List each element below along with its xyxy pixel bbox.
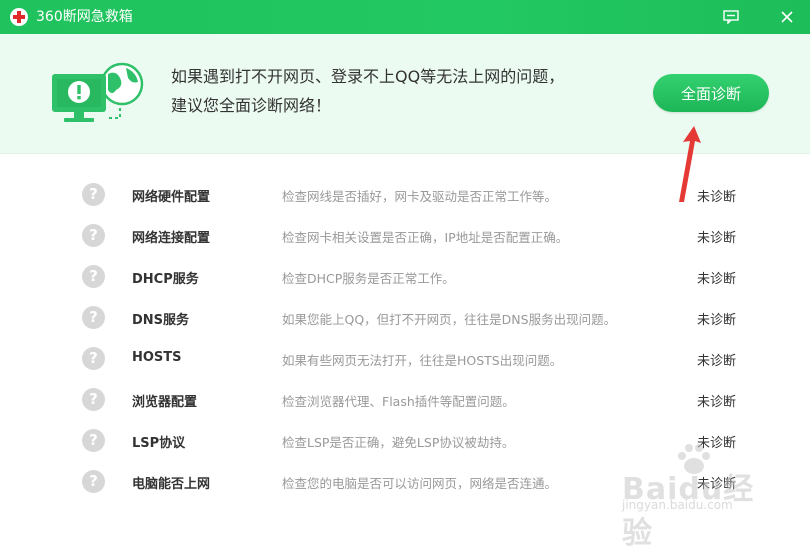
check-item-hardware: ? 网络硬件配置 检查网线是否插好，网卡及驱动是否正常工作等。 未诊断	[0, 174, 810, 215]
watermark-subtext: jingyan.baidu.com	[622, 498, 733, 512]
question-mark-icon: ?	[82, 265, 105, 288]
check-item-dns: ? DNS服务 如果您能上QQ，但打不开网页，往往是DNS服务出现问题。 未诊断	[0, 297, 810, 338]
item-description: 检查您的电脑是否可以访问网页，网络是否连通。	[282, 476, 558, 491]
item-name: HOSTS	[132, 350, 182, 365]
item-status: 未诊断	[697, 231, 737, 246]
question-mark-icon: ?	[82, 306, 105, 329]
question-mark-icon: ?	[82, 470, 105, 493]
item-name: 浏览器配置	[132, 395, 198, 410]
window-title: 360断网急救箱	[36, 9, 133, 25]
feedback-button[interactable]	[718, 4, 744, 30]
banner-line-2: 建议您全面诊断网络！	[171, 96, 332, 115]
item-name: DHCP服务	[132, 272, 199, 287]
question-mark-icon: ?	[82, 388, 105, 411]
item-name: 电脑能否上网	[132, 477, 211, 492]
item-status: 未诊断	[697, 190, 737, 205]
baidu-watermark: Baidu经验 jingyan.baidu.com	[618, 440, 768, 551]
question-mark-icon: ?	[82, 183, 105, 206]
feedback-icon	[723, 10, 739, 24]
item-status: 未诊断	[697, 354, 737, 369]
item-description: 检查网卡相关设置是否正确，IP地址是否配置正确。	[282, 230, 569, 245]
check-item-dhcp: ? DHCP服务 检查DHCP服务是否正常工作。 未诊断	[0, 256, 810, 297]
check-item-browser: ? 浏览器配置 检查浏览器代理、Flash插件等配置问题。 未诊断	[0, 379, 810, 420]
item-name: DNS服务	[132, 313, 190, 328]
question-mark-icon: ?	[82, 347, 105, 370]
item-name: 网络硬件配置	[132, 190, 211, 205]
item-description: 检查DHCP服务是否正常工作。	[282, 271, 455, 286]
first-aid-cross-icon	[10, 8, 28, 26]
close-icon	[781, 11, 793, 23]
item-description: 检查LSP是否正确，避免LSP协议被劫持。	[282, 435, 515, 450]
check-item-hosts: ? HOSTS 如果有些网页无法打开，往往是HOSTS出现问题。 未诊断	[0, 338, 810, 379]
banner-message: 如果遇到打不开网页、登录不上QQ等无法上网的问题， 建议您全面诊断网络！	[171, 62, 564, 120]
full-diagnose-button[interactable]: 全面诊断	[653, 74, 769, 112]
item-name: 网络连接配置	[132, 231, 211, 246]
banner-line-1: 如果遇到打不开网页、登录不上QQ等无法上网的问题，	[171, 67, 565, 86]
item-status: 未诊断	[697, 272, 737, 287]
item-name: LSP协议	[132, 436, 186, 451]
item-status: 未诊断	[697, 313, 737, 328]
item-status: 未诊断	[697, 395, 737, 410]
item-description: 如果您能上QQ，但打不开网页，往往是DNS服务出现问题。	[282, 312, 617, 327]
item-description: 检查浏览器代理、Flash插件等配置问题。	[282, 394, 515, 409]
item-description: 检查网线是否插好，网卡及驱动是否正常工作等。	[282, 189, 558, 204]
title-bar: 360断网急救箱	[0, 0, 810, 34]
close-button[interactable]	[774, 4, 800, 30]
check-item-connection: ? 网络连接配置 检查网卡相关设置是否正确，IP地址是否配置正确。 未诊断	[0, 215, 810, 256]
network-warning-illustration	[52, 62, 144, 122]
item-description: 如果有些网页无法打开，往往是HOSTS出现问题。	[282, 353, 563, 368]
question-mark-icon: ?	[82, 429, 105, 452]
question-mark-icon: ?	[82, 224, 105, 247]
